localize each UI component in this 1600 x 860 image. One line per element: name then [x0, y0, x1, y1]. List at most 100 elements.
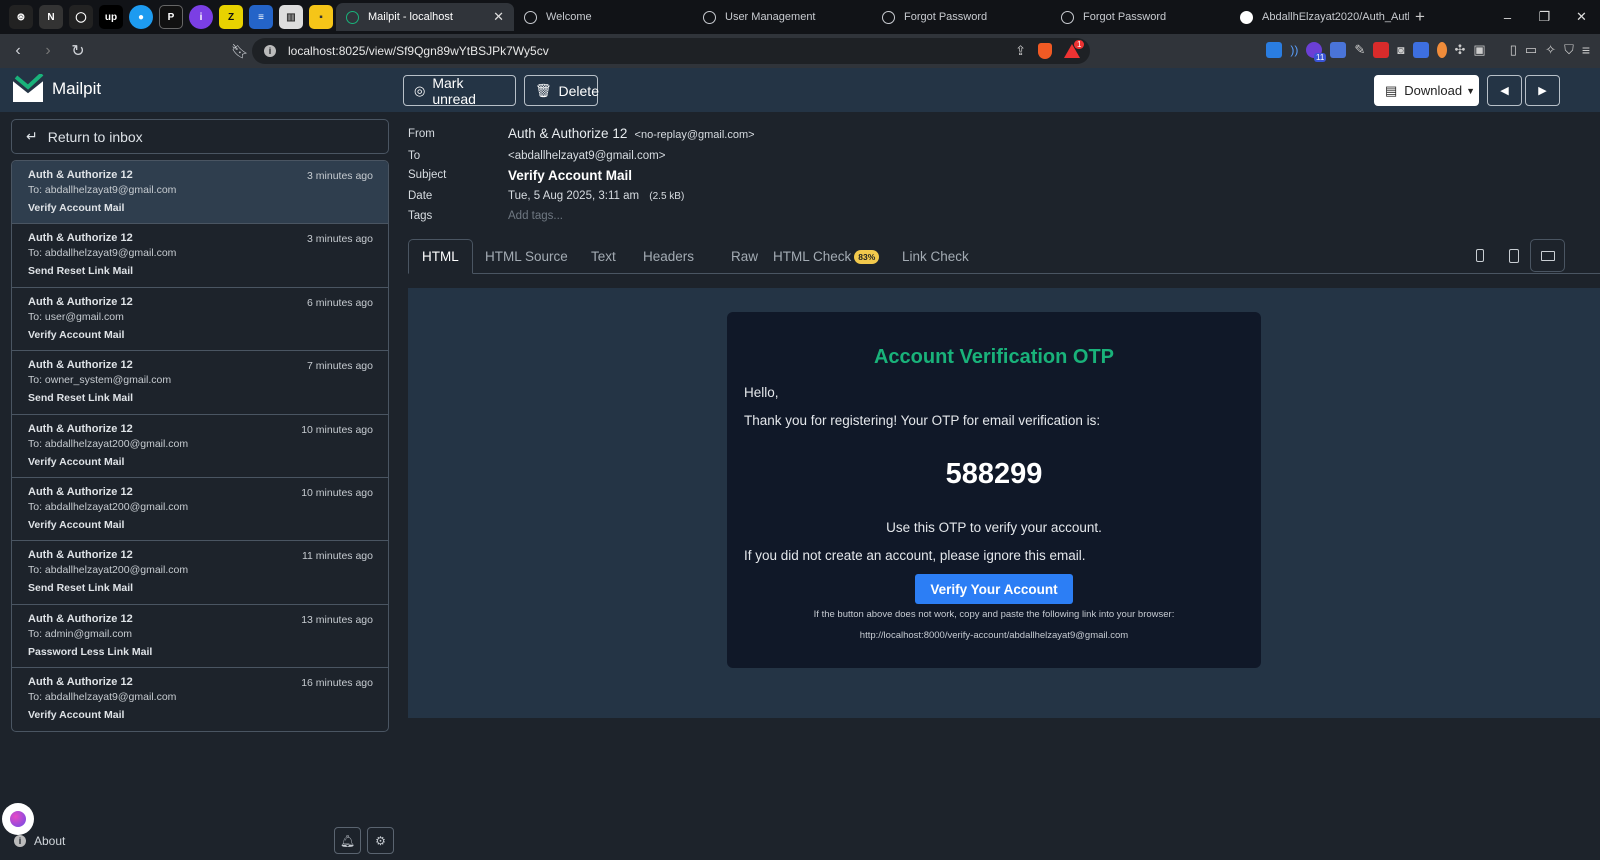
sidebar-toggle-icon[interactable]: ▯ — [1510, 42, 1517, 58]
tab-html[interactable]: HTML — [408, 239, 473, 274]
pinned-tab-icon[interactable]: P — [159, 5, 183, 29]
to-label: To — [408, 150, 421, 162]
translate-icon[interactable] — [1330, 42, 1347, 58]
reload-icon[interactable]: ↻ — [66, 41, 90, 61]
notification-count: 1 — [1074, 40, 1085, 49]
message-subject: Verify Account Mail — [28, 709, 125, 722]
tab-text[interactable]: Text — [591, 239, 616, 274]
extension-icon[interactable] — [1412, 42, 1429, 58]
wallet-icon[interactable]: ▭ — [1525, 42, 1537, 58]
menu-icon[interactable]: ≡ — [1582, 42, 1590, 58]
list-item[interactable]: Auth & Authorize 12 3 minutes ago To: ab… — [12, 161, 388, 225]
extension-icon[interactable]: 11 — [1306, 42, 1327, 62]
pinned-tab-icon[interactable]: up — [99, 5, 123, 29]
tab-link-check[interactable]: Link Check — [902, 239, 969, 274]
assistant-bubble-button[interactable] — [2, 803, 34, 835]
mailpit-logo-icon — [12, 74, 44, 102]
new-tab-button[interactable]: + — [1415, 7, 1425, 27]
date-text: Tue, 5 Aug 2025, 3:11 am — [508, 190, 640, 202]
mark-unread-button[interactable]: ◎ Mark unread — [403, 75, 516, 107]
extension-icon[interactable]: )) — [1290, 43, 1298, 57]
list-item[interactable]: Auth & Authorize 12 13 minutes ago To: a… — [12, 605, 388, 669]
forward-icon[interactable]: › — [36, 42, 60, 60]
list-item[interactable]: Auth & Authorize 12 3 minutes ago To: ab… — [12, 224, 388, 288]
site-info-icon[interactable]: i — [264, 45, 276, 57]
return-to-inbox-button[interactable]: ↵ Return to inbox — [11, 119, 389, 154]
desktop-view-button[interactable] — [1530, 239, 1565, 272]
browser-tab[interactable]: User Management — [693, 3, 872, 31]
back-icon[interactable]: ‹ — [6, 42, 30, 60]
email-greeting: Hello, — [744, 385, 779, 400]
brave-shield-icon[interactable] — [1038, 43, 1052, 59]
delete-button[interactable]: 🗑︎ Delete — [524, 75, 599, 106]
next-message-button[interactable]: ▶ — [1525, 75, 1560, 106]
extension-icon[interactable] — [1266, 42, 1283, 58]
message-time: 10 minutes ago — [301, 486, 373, 499]
verify-account-button[interactable]: Verify Your Account — [915, 574, 1073, 604]
vpn-icon[interactable]: ⛉ — [1564, 42, 1574, 58]
extension-icon[interactable] — [1436, 42, 1447, 58]
message-time: 3 minutes ago — [307, 233, 373, 246]
pinned-tab-icon[interactable]: Z — [219, 5, 243, 29]
tab-html-check[interactable]: HTML Check 83% — [773, 239, 880, 274]
list-item[interactable]: Auth & Authorize 12 16 minutes ago To: a… — [12, 668, 388, 731]
about-link[interactable]: i About — [14, 834, 65, 848]
previous-message-button[interactable]: ◀ — [1487, 75, 1522, 106]
notifications-button[interactable]: 🔔︎ — [334, 827, 361, 854]
tab-headers[interactable]: Headers — [643, 239, 694, 274]
message-time: 13 minutes ago — [301, 613, 373, 626]
pinned-tab-icon[interactable]: ● — [129, 5, 153, 29]
browser-tab-mailpit[interactable]: Mailpit - localhost ✕ — [336, 3, 514, 31]
browser-tab[interactable]: Welcome — [514, 3, 693, 31]
mailpit-logo[interactable]: Mailpit — [12, 74, 101, 104]
restore-icon[interactable]: ❐ — [1526, 9, 1563, 25]
leo-ai-icon[interactable]: ✧ — [1545, 42, 1556, 58]
pdf-icon[interactable] — [1373, 42, 1390, 58]
message-time: 10 minutes ago — [301, 423, 373, 436]
list-item[interactable]: Auth & Authorize 12 6 minutes ago To: us… — [12, 288, 388, 352]
settings-button[interactable]: ⚙ — [367, 827, 394, 854]
eyedropper-icon[interactable]: ✎ — [1354, 42, 1365, 58]
browser-tab[interactable]: AbdallhElzayat2020/Auth_Autho — [1230, 3, 1409, 31]
tab-html-source[interactable]: HTML Source — [485, 239, 568, 274]
list-item[interactable]: Auth & Authorize 12 10 minutes ago To: a… — [12, 415, 388, 478]
pinned-tab-icon[interactable]: ▥ — [279, 5, 303, 29]
phone-view-button[interactable] — [1462, 239, 1497, 272]
verify-link[interactable]: http://localhost:8000/verify-account/abd… — [727, 630, 1261, 641]
window-controls: – ❐ ✕ — [1489, 0, 1600, 34]
caret-right-icon: ▶ — [1538, 85, 1547, 97]
camera-icon[interactable]: ◙ — [1397, 43, 1404, 57]
download-button[interactable]: ▤ Download ▼ — [1374, 75, 1479, 106]
browser-tab[interactable]: Forgot Password — [872, 3, 1051, 31]
pinned-tab-icon[interactable]: ⊛ — [9, 5, 33, 29]
address-bar[interactable]: i localhost:8025/view/Sf9Qgn89wYtBSJPk7W… — [252, 38, 1090, 64]
close-tab-icon[interactable]: ✕ — [493, 9, 504, 25]
pinned-tab-icon[interactable]: ◯ — [69, 5, 93, 29]
screenshot-icon[interactable]: ▣ — [1473, 42, 1485, 58]
list-item[interactable]: Auth & Authorize 12 7 minutes ago To: ow… — [12, 351, 388, 415]
tags-input[interactable]: Add tags... — [508, 210, 563, 222]
url-text: localhost:8025/view/Sf9Qgn89wYtBSJPk7Wy5… — [288, 44, 549, 58]
browser-tab[interactable]: Forgot Password — [1051, 3, 1230, 31]
message-to: To: abdallhelzayat9@gmail.com — [28, 247, 177, 260]
pinned-tab-icon[interactable]: ▪ — [309, 5, 333, 29]
brain-icon — [10, 811, 26, 827]
bookmark-icon[interactable]: 🔖︎ — [228, 43, 252, 60]
pinned-tab-icon[interactable]: i — [189, 5, 213, 29]
subject-label: Subject — [408, 169, 447, 181]
pinned-tab-icon[interactable]: N — [39, 5, 63, 29]
puzzle-icon[interactable]: ✣ — [1455, 42, 1466, 58]
list-item[interactable]: Auth & Authorize 12 10 minutes ago To: a… — [12, 478, 388, 542]
from-email: <no-replay@gmail.com> — [634, 129, 755, 141]
email-card: Account Verification OTP Hello, Thank yo… — [727, 312, 1261, 668]
to-value: <abdallhelzayat9@gmail.com> — [508, 150, 666, 162]
pinned-tab-icon[interactable]: ≡ — [249, 5, 273, 29]
brave-rewards-icon[interactable]: 1 — [1064, 40, 1085, 58]
tab-raw[interactable]: Raw — [731, 239, 758, 274]
minimize-icon[interactable]: – — [1489, 10, 1526, 25]
list-item[interactable]: Auth & Authorize 12 11 minutes ago To: a… — [12, 541, 388, 605]
message-to: To: abdallhelzayat200@gmail.com — [28, 564, 189, 577]
tablet-view-button[interactable] — [1496, 239, 1531, 272]
share-icon[interactable]: ⇪ — [1015, 43, 1026, 59]
close-window-icon[interactable]: ✕ — [1563, 9, 1600, 25]
